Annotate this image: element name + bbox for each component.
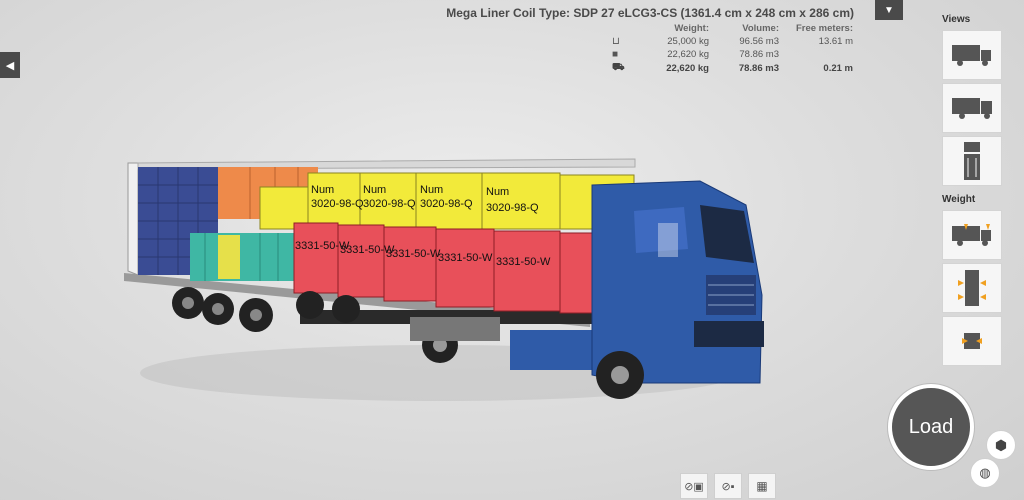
truck-illustration: Num 3020-98-Q Num 3020-98-Q Num 3020-98-Q N… xyxy=(124,158,764,401)
loaded-volume: 78.86 m3 xyxy=(738,63,779,74)
svg-text:Num: Num xyxy=(420,184,443,196)
teal-crate-stack xyxy=(190,233,294,281)
capacity-weight: 25,000 kg xyxy=(667,36,709,47)
weight-side-icon xyxy=(952,224,991,246)
bottom-toolbar: ⊘▣ ⊘▪ ▦ xyxy=(680,473,776,499)
weight-distribution-axle-button[interactable] xyxy=(942,316,1002,366)
truck-top-view-icon xyxy=(964,142,980,180)
remove-cargo-button[interactable]: ⊘▣ xyxy=(680,473,708,499)
weight-label: Weight xyxy=(942,194,976,205)
perspective-view-button[interactable] xyxy=(942,83,1002,133)
weight-axle-icon xyxy=(962,333,982,349)
loaded-truck-icon: ⛟ xyxy=(612,62,625,73)
collapse-left-panel-button[interactable]: ◀ xyxy=(0,52,20,78)
cargo-free xyxy=(779,48,853,61)
volume-header: Volume: xyxy=(742,23,779,34)
globe-icon: ◍ xyxy=(979,465,991,480)
yellow-crate-row: Num 3020-98-Q Num 3020-98-Q Num 3020-98-Q N… xyxy=(259,172,635,230)
loaded-weight: 22,620 kg xyxy=(666,63,709,74)
cargo-settings-button[interactable]: ⬢ xyxy=(986,430,1016,460)
svg-text:Num: Num xyxy=(311,184,334,196)
views-label: Views xyxy=(942,14,971,25)
layout-button[interactable]: ▦ xyxy=(748,473,776,499)
truck-side-view-icon xyxy=(952,45,991,66)
no-cargo-icon: ⊘▣ xyxy=(684,480,704,493)
load-button[interactable]: Load xyxy=(888,384,974,470)
svg-text:3331-50-W: 3331-50-W xyxy=(386,248,441,260)
top-view-button[interactable] xyxy=(942,136,1002,186)
capacity-free: 13.61 m xyxy=(818,36,853,47)
svg-text:3331-50-W: 3331-50-W xyxy=(496,256,551,268)
truck-type-title: Mega Liner Coil Type: SDP 27 eLCG3-CS (1… xyxy=(446,6,854,20)
svg-text:3331-50-W: 3331-50-W xyxy=(438,252,493,264)
weight-distribution-side-button[interactable] xyxy=(942,210,1002,260)
cargo-weight: 22,620 kg xyxy=(667,49,709,60)
svg-text:3020-98-Q: 3020-98-Q xyxy=(420,198,473,210)
truck-perspective-view-icon xyxy=(952,98,992,119)
free-meters-header: Free meters: xyxy=(795,23,853,34)
collapse-info-button[interactable]: ▼ xyxy=(875,0,903,20)
chevron-down-icon: ▼ xyxy=(884,4,894,16)
capacity-row: ⊔ 25,000 kg 96.56 m3 13.61 m xyxy=(612,35,853,48)
weight-distribution-top-button[interactable] xyxy=(942,263,1002,313)
cargo-row: ■ 22,620 kg 78.86 m3 xyxy=(612,48,853,61)
svg-text:Num: Num xyxy=(486,186,509,198)
view-options-panel: Views Weight xyxy=(938,14,1024,369)
no-item-icon: ⊘▪ xyxy=(721,480,735,493)
weight-top-icon xyxy=(958,270,986,306)
cargo-volume: 78.86 m3 xyxy=(739,49,779,60)
cargo-icon: ■ xyxy=(612,49,619,60)
svg-text:3020-98-Q: 3020-98-Q xyxy=(363,198,416,210)
capacity-volume: 96.56 m3 xyxy=(739,36,779,47)
chevron-left-icon: ◀ xyxy=(5,59,15,72)
weight-header: Weight: xyxy=(674,23,709,34)
svg-text:3020-98-Q: 3020-98-Q xyxy=(486,202,539,214)
globe-button[interactable]: ◍ xyxy=(970,458,1000,488)
side-view-button[interactable] xyxy=(942,30,1002,80)
truck-3d-view[interactable]: Num 3020-98-Q Num 3020-98-Q Num 3020-98-Q N… xyxy=(110,145,790,420)
loaded-free: 0.21 m xyxy=(823,63,853,74)
grid-icon: ▦ xyxy=(756,479,768,493)
truck-capacity-icon: ⊔ xyxy=(612,36,620,47)
load-stats-table: Weight: Volume: Free meters: ⊔ 25,000 kg… xyxy=(612,22,853,76)
loaded-row: ⛟ 22,620 kg 78.86 m3 0.21 m xyxy=(612,61,853,76)
svg-text:3020-98-Q: 3020-98-Q xyxy=(311,198,364,210)
remove-item-button[interactable]: ⊘▪ xyxy=(714,473,742,499)
svg-text:Num: Num xyxy=(363,184,386,196)
hexagon-icon: ⬢ xyxy=(994,436,1008,453)
